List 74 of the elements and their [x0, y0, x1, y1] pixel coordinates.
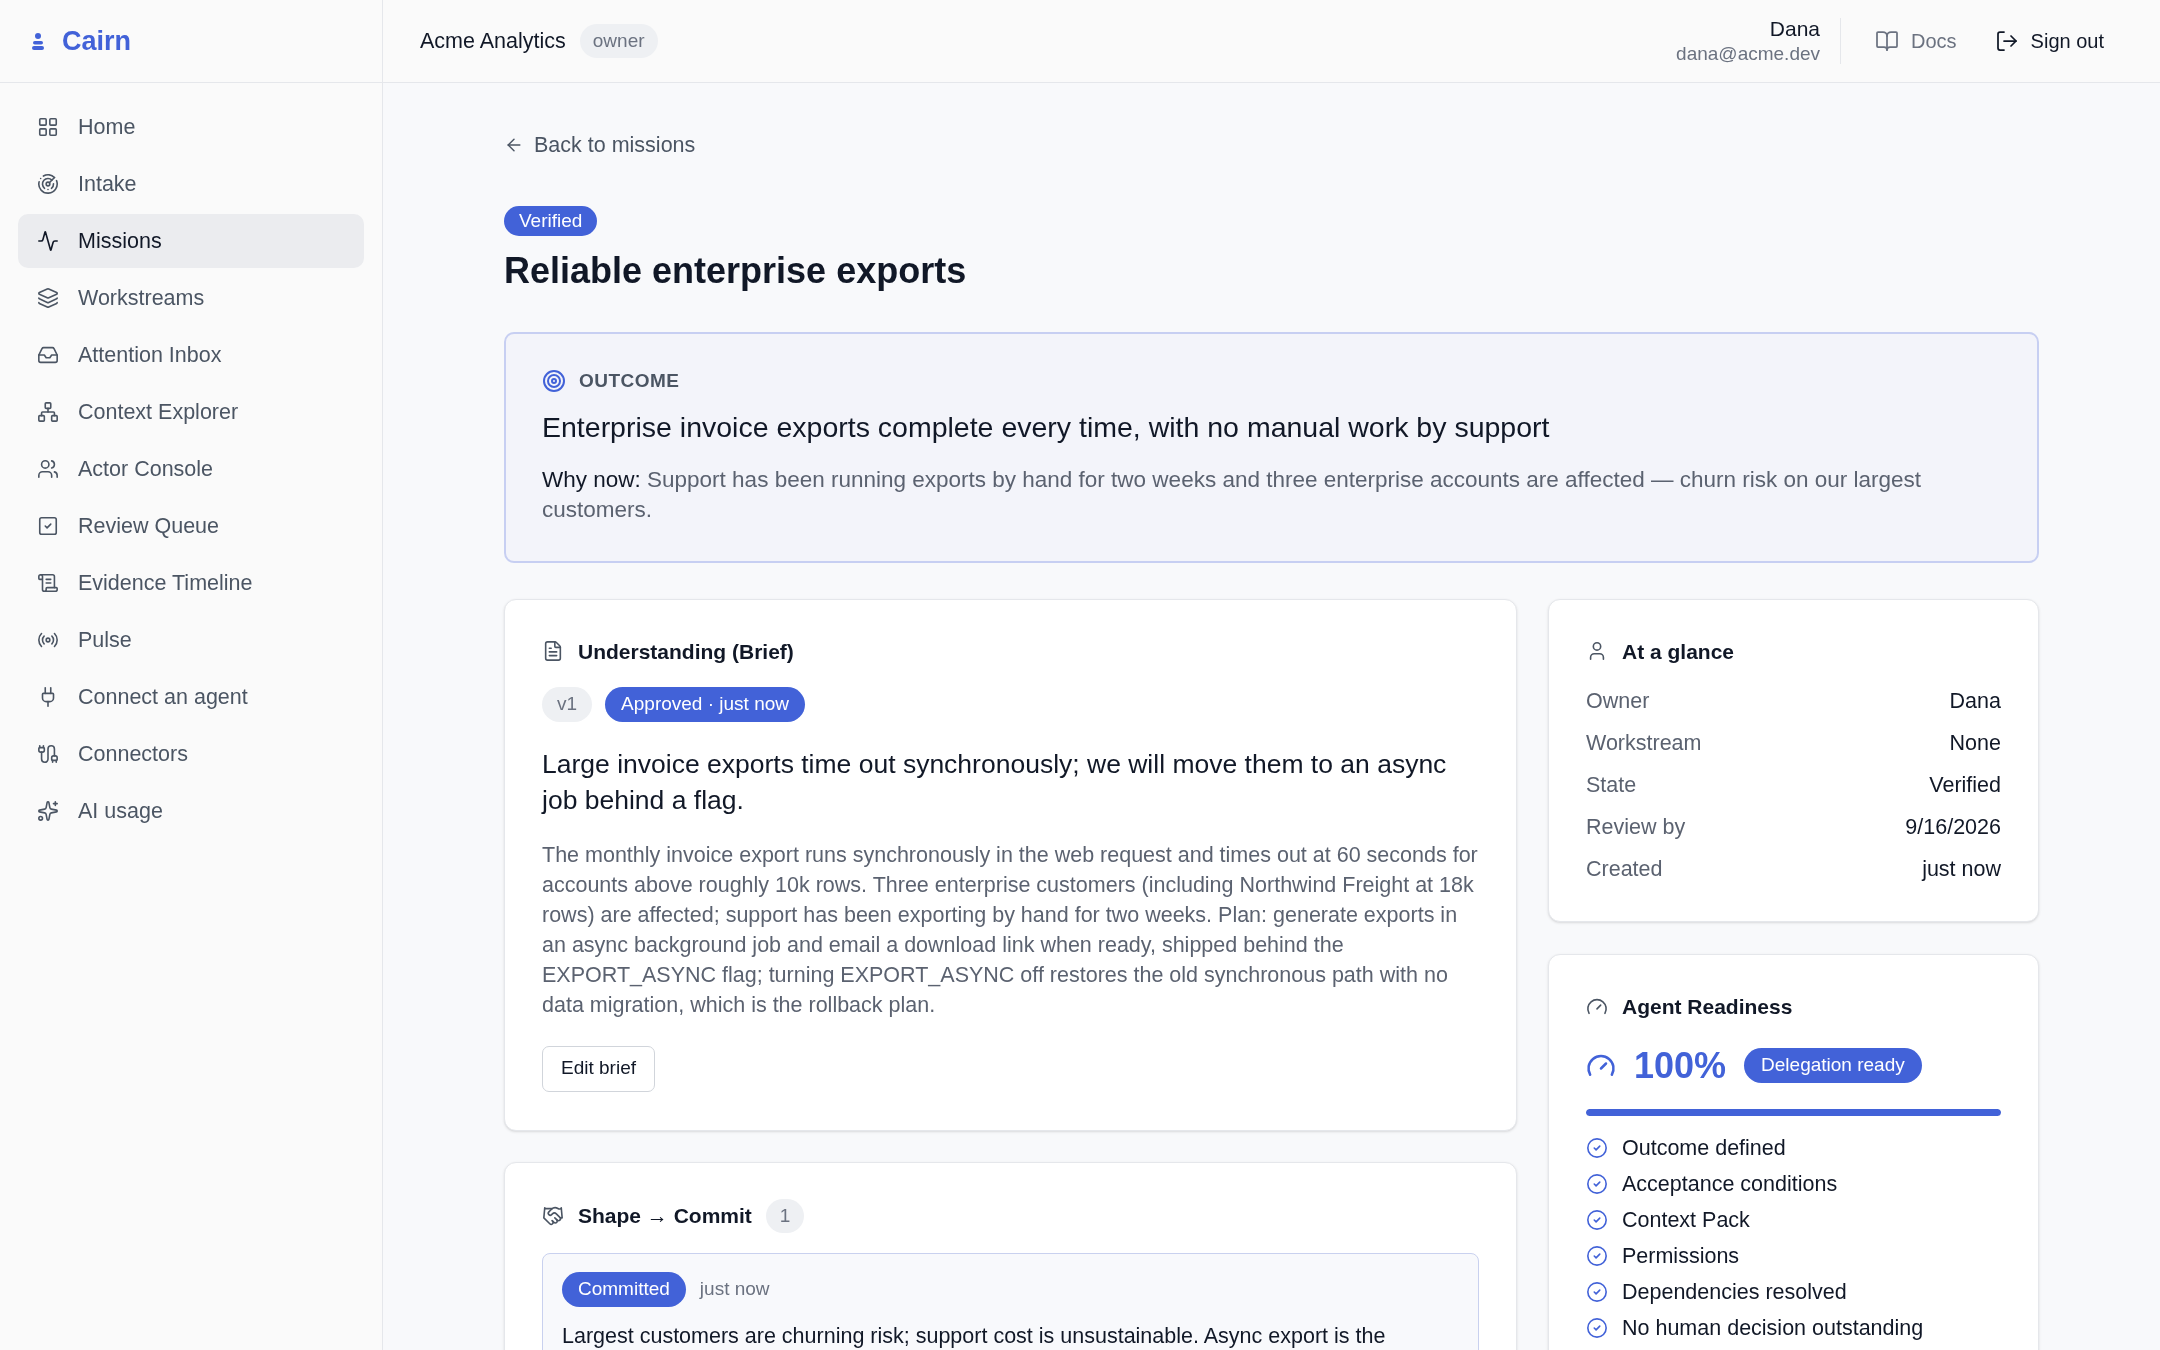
- why-now-text: Why now: Support has been running exports by hand for two weeks and three enterprise accounts are affected — churn risk on our largest customers.: [542, 465, 1923, 524]
- detail-label: Workstream: [1586, 730, 1702, 757]
- sidebar-item[interactable]: Review Queue: [18, 499, 364, 553]
- checklist-item: Outcome defined: [1622, 1134, 1786, 1162]
- version-badge: v1: [542, 687, 593, 722]
- radar-icon: [37, 173, 59, 195]
- pulse-line-icon: [37, 230, 59, 252]
- hierarchy-icon: [37, 401, 59, 423]
- card-title: Understanding (Brief): [578, 638, 794, 665]
- approval-badge: Approved · just now: [605, 687, 805, 722]
- target-icon: [542, 369, 566, 394]
- sidebar-item[interactable]: Missions: [18, 214, 364, 268]
- card-title: Shape → Commit: [578, 1203, 752, 1229]
- detail-label: Owner: [1586, 688, 1650, 715]
- delegation-badge: Delegation ready: [1744, 1048, 1922, 1083]
- outcome-heading: OUTCOME: [579, 369, 680, 393]
- checklist-item: No human decision outstanding: [1622, 1314, 1924, 1342]
- sidebar-item[interactable]: Pulse: [18, 613, 364, 667]
- brief-summary: Large invoice exports time out synchronously; we will move them to an async job behind a flag.: [542, 747, 1448, 817]
- logo-icon: [32, 32, 44, 50]
- grid-icon: [37, 116, 59, 138]
- outcome-statement: Enterprise invoice exports complete every time, with no manual work by support: [542, 409, 1551, 445]
- docs-link[interactable]: Docs: [1869, 20, 1963, 62]
- organization-name: Acme Analytics: [420, 27, 566, 55]
- detail-label: State: [1586, 772, 1637, 799]
- sign-out-button[interactable]: Sign out: [1988, 20, 2110, 62]
- sidebar-item[interactable]: Intake: [18, 157, 364, 211]
- sidebar-item[interactable]: Home: [18, 100, 364, 154]
- role-badge: owner: [579, 23, 658, 59]
- checklist-item: Permissions: [1622, 1242, 1740, 1270]
- people-icon: [37, 458, 59, 480]
- readiness-score: 100%: [1634, 1043, 1727, 1088]
- detail-value: 9/16/2026: [1905, 814, 2001, 841]
- checked-square-icon: [37, 515, 59, 537]
- layers-icon: [37, 287, 59, 309]
- user-name: Dana: [1769, 16, 1821, 42]
- scroll-icon: [37, 572, 59, 594]
- sidebar-item[interactable]: Context Explorer: [18, 385, 364, 439]
- checklist-item: Dependencies resolved: [1622, 1278, 1847, 1306]
- checklist-item: Context Pack: [1622, 1206, 1750, 1234]
- book-icon: [1875, 29, 1900, 53]
- brief-detail: The monthly invoice export runs synchronously in the web request and times out at 60 seconds for accounts above roughly 10k rows. Three enterprise customers (including Northwind Freight at 18k rows) are affected; support has been exporting by hand for two weeks. Plan: generate exports in an async background job and email a download link when ready, shipped behind the EXPORT_ASYNC flag; turning EXPORT_ASYNC off restores the old synchronous path with no data migration, which is the rollback plan.: [542, 841, 1479, 1019]
- detail-value: Dana: [1949, 688, 2001, 715]
- inbox-icon: [37, 344, 59, 366]
- detail-label: Review by: [1586, 814, 1686, 841]
- detail-value: None: [1949, 730, 2001, 757]
- detail-label: Created: [1586, 856, 1663, 883]
- sparkles-icon: [37, 800, 59, 822]
- sidebar-item[interactable]: Actor Console: [18, 442, 364, 496]
- sidebar-item[interactable]: Evidence Timeline: [18, 556, 364, 610]
- commit-text: Largest customers are churning risk; support cost is unsustainable. Async export is the: [562, 1322, 1387, 1350]
- back-link[interactable]: Back to missions: [504, 131, 696, 159]
- edit-brief-button[interactable]: Edit brief: [542, 1045, 655, 1092]
- detail-value: just now: [1922, 856, 2001, 883]
- brand-name[interactable]: Cairn: [62, 20, 132, 62]
- count-badge: 1: [765, 1198, 805, 1233]
- commit-time: just now: [699, 1277, 770, 1301]
- mission-title: Reliable enterprise exports: [504, 249, 968, 293]
- card-title: Agent Readiness: [1622, 994, 1793, 1020]
- user-email: dana@acme.dev: [1676, 42, 1821, 66]
- card-title: At a glance: [1622, 638, 1735, 665]
- detail-value: Verified: [1929, 772, 2001, 799]
- sidebar-item[interactable]: Workstreams: [18, 271, 364, 325]
- sidebar-item[interactable]: AI usage: [18, 784, 364, 838]
- handshake-icon: [542, 1204, 564, 1227]
- sidebar-item[interactable]: Connectors: [18, 727, 364, 781]
- sign-out-icon: [1994, 29, 2019, 53]
- sidebar-item[interactable]: Attention Inbox: [18, 328, 364, 382]
- cable-icon: [37, 743, 59, 765]
- checklist-item: Acceptance conditions: [1622, 1170, 1838, 1198]
- sidebar-item[interactable]: Connect an agent: [18, 670, 364, 724]
- status-badge: Committed: [562, 1272, 686, 1307]
- document-icon: [542, 640, 564, 663]
- status-badge: Verified: [504, 206, 598, 236]
